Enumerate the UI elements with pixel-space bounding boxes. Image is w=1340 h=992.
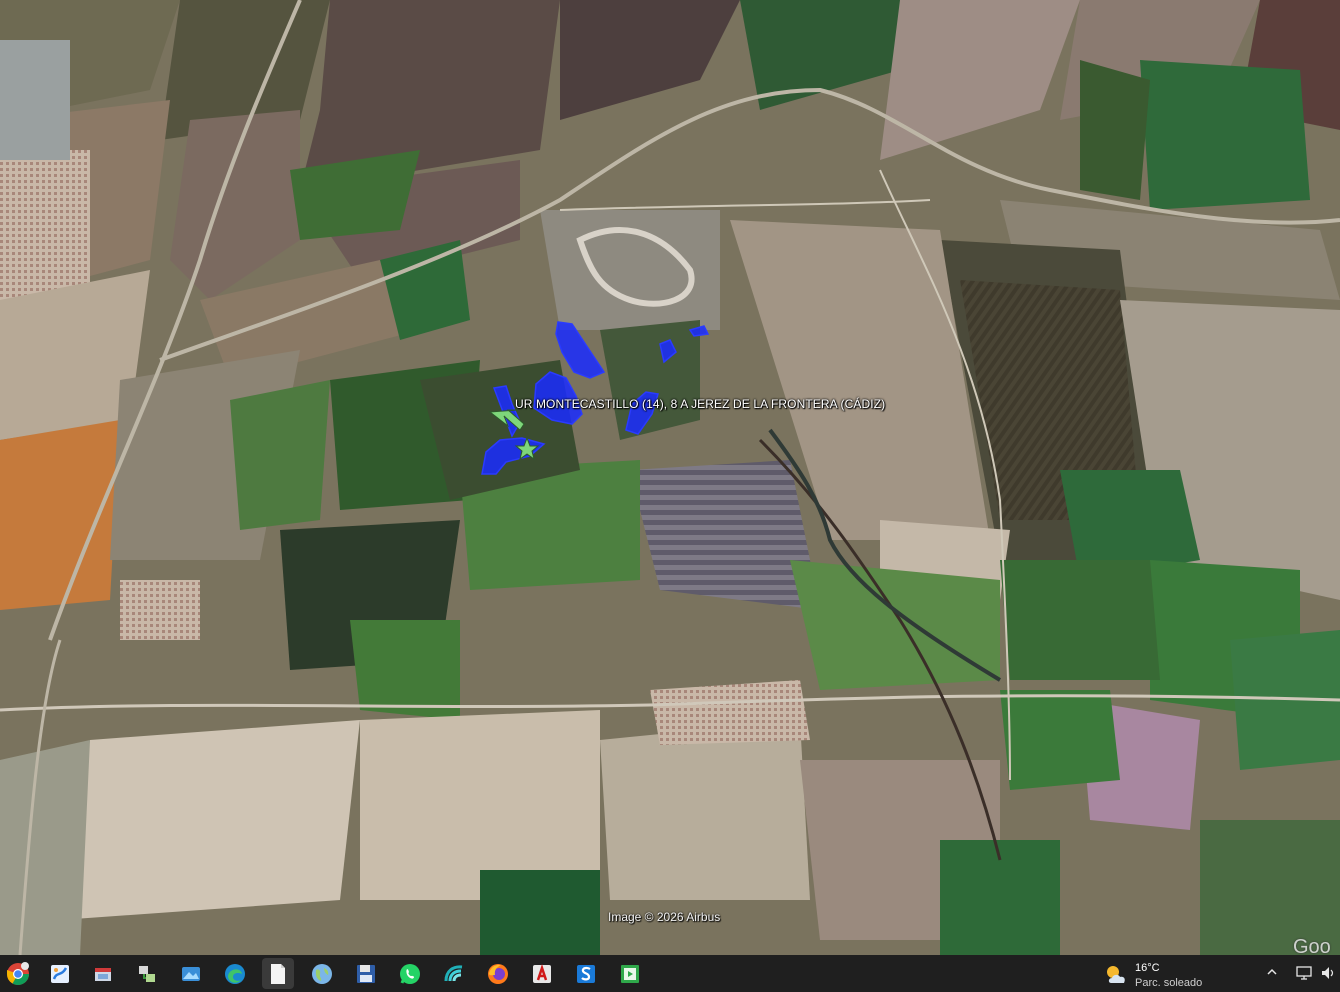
weather-temperature: 16°C (1135, 962, 1160, 974)
weather-description: Parc. soleado (1135, 977, 1203, 989)
display-icon[interactable] (1296, 965, 1312, 984)
satellite-map[interactable]: UR MONTECASTILLO (14), 8 A JEREZ DE LA F… (0, 0, 1340, 955)
placemark-label[interactable]: UR MONTECASTILLO (14), 8 A JEREZ DE LA F… (515, 397, 885, 411)
taskbar: 16°C Parc. soleado (0, 955, 1340, 992)
window-switch-icon[interactable] (87, 958, 119, 989)
edge-icon[interactable] (219, 958, 251, 989)
chevron-up-icon[interactable] (1266, 965, 1278, 981)
photos-icon[interactable] (175, 958, 207, 989)
partly-sunny-icon (1107, 966, 1125, 983)
imagery-attribution: Image © 2026 Airbus (608, 910, 721, 924)
google-watermark: Goo (1293, 936, 1331, 955)
spiral-app-icon[interactable] (438, 958, 470, 989)
satellite-imagery (0, 0, 1340, 955)
paint-icon[interactable] (44, 958, 76, 989)
acrobat-icon[interactable] (526, 958, 558, 989)
blank-file-icon[interactable] (262, 958, 294, 989)
network-tool-icon[interactable] (131, 958, 163, 989)
s-app-icon[interactable] (570, 958, 602, 989)
globe-icon[interactable] (306, 958, 338, 989)
speaker-icon[interactable] (1320, 965, 1336, 984)
floppy-save-icon[interactable] (350, 958, 382, 989)
video-player-icon[interactable] (614, 958, 646, 989)
chrome-icon[interactable] (2, 958, 34, 989)
firefox-icon[interactable] (482, 958, 514, 989)
whatsapp-icon[interactable] (394, 958, 426, 989)
